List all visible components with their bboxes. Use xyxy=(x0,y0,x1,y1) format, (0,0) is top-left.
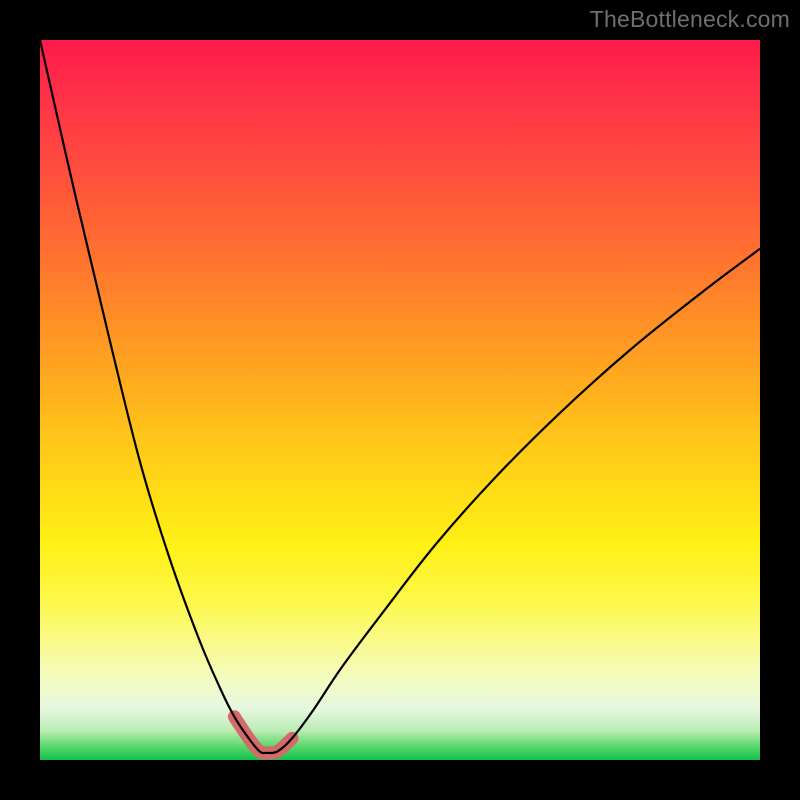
chart-frame: TheBottleneck.com xyxy=(0,0,800,800)
site-credit-label: TheBottleneck.com xyxy=(590,6,790,33)
chart-overlay-svg xyxy=(40,40,760,760)
plot-area xyxy=(40,40,760,760)
bottleneck-curve xyxy=(40,40,760,753)
